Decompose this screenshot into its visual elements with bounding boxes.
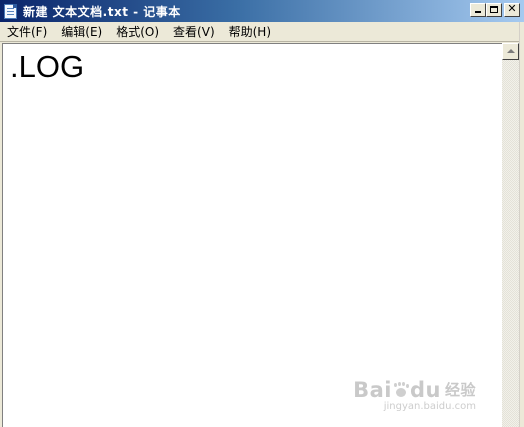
minimize-button[interactable]	[470, 3, 486, 17]
notepad-icon[interactable]	[4, 3, 17, 19]
menu-file[interactable]: 文件(F)	[0, 22, 54, 42]
scroll-up-button[interactable]	[502, 43, 519, 60]
window-controls: ✕	[470, 2, 520, 17]
editor-content[interactable]: .LOG	[10, 50, 84, 84]
text-editor-area[interactable]: .LOG Bai du 经验 jingyan.baidu.com	[2, 43, 502, 427]
watermark-logo: Bai du 经验	[353, 379, 476, 401]
window-right-border	[519, 22, 524, 427]
menu-help[interactable]: 帮助(H)	[222, 22, 278, 42]
maximize-button[interactable]	[486, 3, 502, 17]
menu-format[interactable]: 格式(O)	[109, 22, 166, 42]
vertical-scrollbar[interactable]	[502, 43, 519, 427]
watermark-brand-b: du	[410, 378, 441, 402]
watermark-brand-cn: 经验	[444, 381, 476, 399]
window-title: 新建 文本文档.txt - 记事本	[23, 4, 181, 19]
baidu-watermark: Bai du 经验 jingyan.baidu.com	[353, 379, 476, 413]
menu-view[interactable]: 查看(V)	[166, 22, 222, 42]
title-bar[interactable]: 新建 文本文档.txt - 记事本 ✕	[0, 0, 524, 22]
arrow-up-icon	[507, 49, 515, 53]
notepad-window: 新建 文本文档.txt - 记事本 ✕ 文件(F) 编辑(E) 格式(O) 查看…	[0, 0, 524, 427]
minimize-icon	[475, 11, 481, 13]
maximize-icon	[490, 6, 498, 13]
close-button[interactable]: ✕	[504, 2, 520, 17]
menu-bar: 文件(F) 编辑(E) 格式(O) 查看(V) 帮助(H)	[0, 22, 524, 42]
close-icon: ✕	[507, 2, 517, 15]
paw-icon	[393, 382, 409, 398]
watermark-url: jingyan.baidu.com	[383, 401, 476, 412]
watermark-brand-a: Bai	[353, 378, 392, 402]
menu-edit[interactable]: 编辑(E)	[54, 22, 109, 42]
